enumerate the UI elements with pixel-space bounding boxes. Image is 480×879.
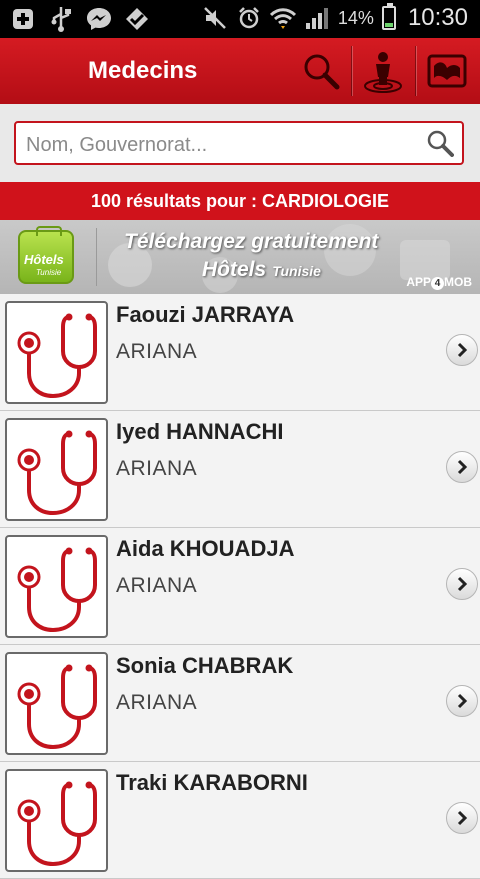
list-item[interactable]: Sonia CHABRAK ARIANA bbox=[0, 645, 480, 762]
ad-subline: Hôtels Tunisie bbox=[202, 258, 321, 281]
list-item[interactable]: Iyed HANNACHI ARIANA bbox=[0, 411, 480, 528]
ad-brand: APP 4 MOB bbox=[406, 275, 472, 290]
chevron-right-icon[interactable] bbox=[446, 568, 478, 600]
stethoscope-icon bbox=[5, 418, 108, 521]
results-count: 100 résultats pour : CARDIOLOGIE bbox=[0, 182, 480, 220]
stethoscope-icon bbox=[5, 301, 108, 404]
search-input[interactable] bbox=[24, 131, 418, 159]
stethoscope-icon bbox=[5, 535, 108, 638]
doctor-list: Faouzi JARRAYA ARIANA Iyed HANNACHI ARIA… bbox=[0, 294, 480, 879]
usb-icon bbox=[48, 6, 74, 32]
search-icon[interactable] bbox=[426, 129, 454, 157]
list-item[interactable]: Faouzi JARRAYA ARIANA bbox=[0, 294, 480, 411]
location-icon bbox=[364, 52, 402, 93]
check-icon bbox=[124, 6, 150, 32]
battery-icon bbox=[381, 3, 396, 30]
doctor-name: Traki KARABORNI bbox=[116, 770, 308, 795]
page-title: Medecins bbox=[88, 57, 198, 84]
chevron-right-icon[interactable] bbox=[446, 451, 478, 483]
ad-headline: Téléchargez gratuitement bbox=[124, 230, 379, 253]
app-bar: Medecins bbox=[0, 38, 480, 104]
stethoscope-icon bbox=[5, 652, 108, 755]
search-box bbox=[14, 121, 464, 165]
mute-icon bbox=[202, 5, 228, 31]
list-item[interactable]: Aida KHOUADJA ARIANA bbox=[0, 528, 480, 645]
doctor-city: ARIANA bbox=[116, 457, 198, 480]
doctor-city: ARIANA bbox=[116, 340, 198, 363]
map-icon bbox=[427, 54, 467, 88]
plus-icon bbox=[10, 6, 36, 32]
chevron-right-icon[interactable] bbox=[446, 802, 478, 834]
chevron-right-icon[interactable] bbox=[446, 334, 478, 366]
doctor-name: Iyed HANNACHI bbox=[116, 419, 284, 444]
doctor-city: ARIANA bbox=[116, 574, 198, 597]
wifi-icon bbox=[269, 5, 296, 31]
messenger-icon bbox=[86, 6, 112, 32]
doctor-city: ARIANA bbox=[116, 691, 198, 714]
clock: 10:30 bbox=[407, 4, 468, 31]
list-item[interactable]: Traki KARABORNI bbox=[0, 762, 480, 879]
stethoscope-icon bbox=[5, 769, 108, 872]
location-button[interactable] bbox=[352, 38, 414, 104]
status-bar: 14% 10:30 bbox=[0, 0, 480, 38]
signal-icon bbox=[304, 5, 330, 31]
search-icon bbox=[304, 54, 340, 90]
chevron-right-icon[interactable] bbox=[446, 685, 478, 717]
search-button[interactable] bbox=[290, 38, 352, 104]
map-button[interactable] bbox=[416, 38, 478, 104]
battery-percent: 14% bbox=[337, 7, 374, 28]
doctor-name: Aida KHOUADJA bbox=[116, 536, 295, 561]
alarm-icon bbox=[236, 5, 262, 31]
hotels-logo: Hôtels Tunisie bbox=[18, 226, 74, 284]
doctor-name: Faouzi JARRAYA bbox=[116, 302, 295, 327]
ad-banner[interactable]: Hôtels Tunisie Téléchargez gratuitement … bbox=[0, 220, 480, 294]
search-area bbox=[0, 104, 480, 182]
doctor-name: Sonia CHABRAK bbox=[116, 653, 294, 678]
